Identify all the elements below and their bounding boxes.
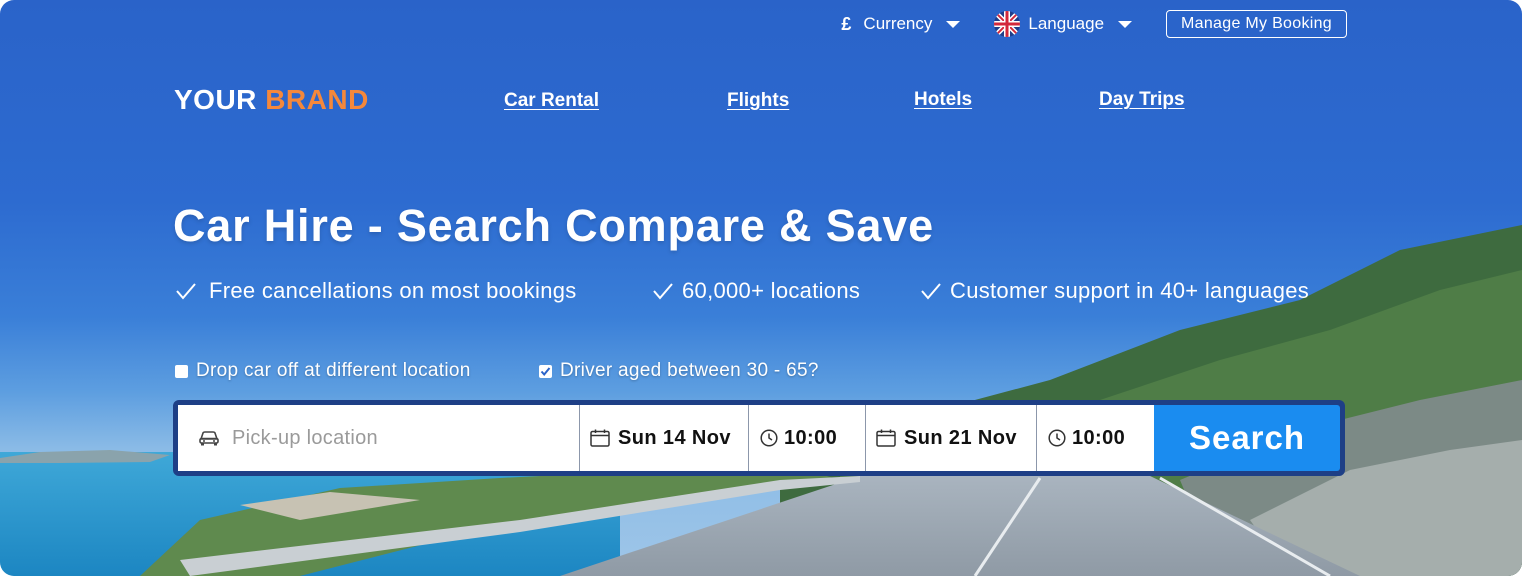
calendar-icon — [876, 429, 896, 447]
pickup-date-field[interactable]: Sun 14 Nov — [580, 405, 749, 471]
pickup-location-field[interactable] — [178, 405, 580, 471]
nav-car-rental[interactable]: Car Rental — [504, 90, 599, 112]
search-bar: Sun 14 Nov 10:00 Sun 21 Nov 10:00 — [173, 400, 1345, 476]
brand-logo[interactable]: YOUR BRAND — [174, 84, 369, 116]
check-icon — [176, 283, 196, 300]
top-utility-bar: £ Currency Language Manage My Booking — [841, 10, 1347, 38]
dropoff-date-field[interactable]: Sun 21 Nov — [866, 405, 1037, 471]
page-title: Car Hire - Search Compare & Save — [173, 200, 934, 251]
pickup-time-field[interactable]: 10:00 — [749, 405, 866, 471]
clock-icon — [1048, 429, 1066, 447]
check-icon — [921, 283, 941, 300]
clock-icon — [760, 429, 778, 447]
pickup-time-value: 10:00 — [784, 426, 838, 449]
uk-flag-icon — [994, 11, 1021, 37]
language-label: Language — [1028, 14, 1105, 33]
pickup-date-value: Sun 14 Nov — [618, 426, 731, 449]
driver-age-option[interactable]: Driver aged between 30 - 65? — [539, 360, 819, 382]
benefit-item: Customer support in 40+ languages — [920, 278, 1309, 304]
dropoff-date-value: Sun 21 Nov — [904, 426, 1017, 449]
nav-flights[interactable]: Flights — [727, 90, 789, 112]
nav-day-trips[interactable]: Day Trips — [1099, 89, 1185, 111]
drop-off-checkbox[interactable] — [175, 364, 188, 378]
dropoff-time-field[interactable]: 10:00 — [1037, 405, 1154, 471]
drop-off-option[interactable]: Drop car off at different location — [175, 360, 471, 382]
check-icon — [653, 283, 673, 300]
language-selector[interactable]: Language — [994, 11, 1133, 37]
manage-booking-button[interactable]: Manage My Booking — [1166, 10, 1347, 38]
checkmark-icon — [540, 366, 551, 376]
chevron-down-icon — [946, 20, 961, 28]
benefit-item: Free cancellations on most bookings — [175, 278, 577, 304]
calendar-icon — [590, 429, 610, 447]
currency-label: Currency — [863, 14, 933, 33]
benefit-text: Free cancellations on most bookings — [209, 278, 577, 303]
pound-icon: £ — [841, 13, 852, 34]
search-button[interactable]: Search — [1154, 405, 1340, 471]
drop-off-label: Drop car off at different location — [196, 360, 471, 381]
car-icon — [199, 431, 219, 446]
nav-hotels[interactable]: Hotels — [914, 89, 972, 111]
dropoff-time-value: 10:00 — [1072, 426, 1126, 449]
currency-selector[interactable]: £ Currency — [841, 13, 961, 35]
brand-logo-part2: BRAND — [265, 84, 369, 115]
driver-age-checkbox[interactable] — [539, 364, 552, 378]
driver-age-label: Driver aged between 30 - 65? — [560, 360, 819, 381]
benefit-item: 60,000+ locations — [652, 278, 860, 304]
benefit-text: Customer support in 40+ languages — [950, 278, 1310, 303]
hero-section: £ Currency Language Manage My Booking YO… — [0, 0, 1522, 576]
benefit-text: 60,000+ locations — [682, 278, 861, 303]
pickup-location-input[interactable] — [230, 425, 574, 451]
chevron-down-icon — [1118, 20, 1133, 28]
brand-logo-part1: YOUR — [174, 84, 257, 115]
